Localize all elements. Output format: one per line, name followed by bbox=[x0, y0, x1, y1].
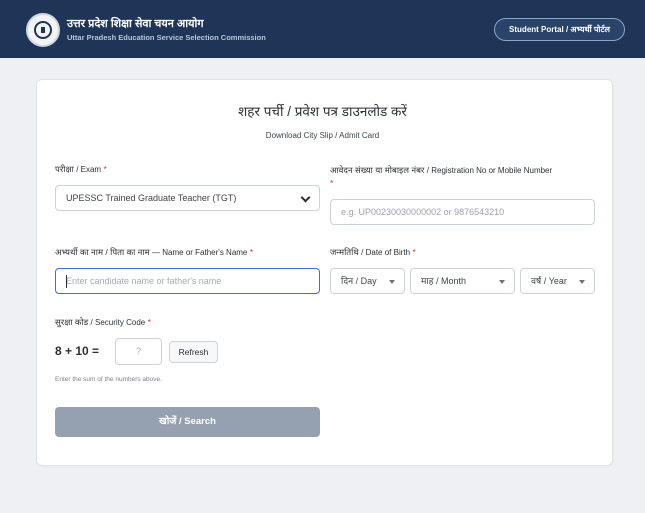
page-title: शहर पर्ची / प्रवेश पत्र डाउनलोड करें bbox=[238, 104, 407, 119]
dob-month-select[interactable]: माह / Month bbox=[410, 268, 515, 294]
captcha-refresh-button[interactable]: Refresh bbox=[169, 341, 218, 363]
registration-input[interactable]: e.g. UP00230030000002 or 9876543210 bbox=[330, 199, 595, 225]
caret-down-icon bbox=[579, 280, 585, 284]
captcha-hint: Enter the sum of the numbers above. bbox=[55, 376, 162, 383]
security-code-label: सुरक्षा कोड / Security Code * bbox=[55, 317, 151, 327]
caret-down-icon bbox=[499, 280, 505, 284]
captcha-answer-input[interactable]: ? bbox=[115, 338, 162, 365]
exam-label: परीक्षा / Exam * bbox=[55, 164, 107, 174]
text-cursor bbox=[66, 275, 67, 288]
student-portal-button[interactable]: Student Portal / अभ्यर्थी पोर्टल bbox=[494, 18, 625, 41]
name-label: अभ्यर्थी का नाम / पिता का नाम — Name or … bbox=[55, 247, 254, 257]
header-bar: उत्तर प्रदेश शिक्षा सेवा चयन आयोग Uttar … bbox=[0, 0, 645, 58]
dob-year-select[interactable]: वर्ष / Year bbox=[520, 268, 595, 294]
page-subtitle: Download City Slip / Admit Card bbox=[265, 131, 380, 140]
exam-select[interactable]: UPESSC Trained Graduate Teacher (TGT) bbox=[55, 185, 320, 211]
site-title-hindi: उत्तर प्रदेश शिक्षा सेवा चयन आयोग bbox=[67, 18, 204, 30]
search-button[interactable]: खोजें / Search bbox=[55, 407, 320, 437]
captcha-question: 8 + 10 = bbox=[55, 344, 100, 358]
registration-label: आवेदन संख्या या मोबाइल नंबर / Registrati… bbox=[330, 165, 553, 188]
site-title-english: Uttar Pradesh Education Service Selectio… bbox=[67, 33, 266, 42]
dob-day-select[interactable]: दिन / Day bbox=[330, 268, 405, 294]
chevron-down-icon bbox=[300, 192, 311, 203]
caret-down-icon bbox=[389, 280, 395, 284]
candidate-name-input[interactable]: Enter candidate name or father's name bbox=[55, 268, 320, 294]
emblem-icon bbox=[26, 13, 60, 47]
dob-label: जन्मतिथि / Date of Birth * bbox=[330, 247, 416, 257]
